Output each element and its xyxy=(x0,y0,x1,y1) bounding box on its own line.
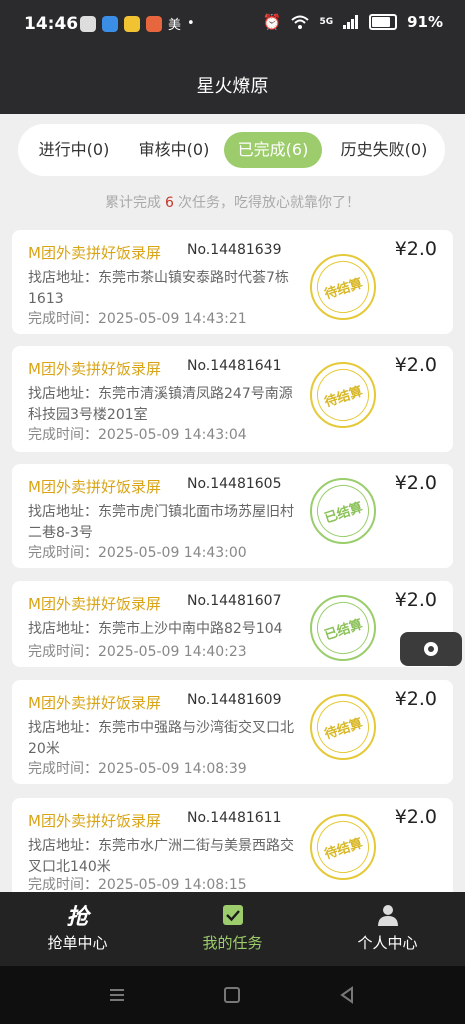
more-dot-icon: • xyxy=(187,16,195,31)
status-time: 14:46 xyxy=(24,14,79,34)
tab-reviewing[interactable]: 审核中(0) xyxy=(128,132,220,168)
bottom-nav: 抢 抢单中心 我的任务 个人中心 xyxy=(0,892,465,966)
completed-count: 6 xyxy=(165,195,174,211)
pending-stamp: 待结算 xyxy=(310,694,376,760)
pending-stamp: 待结算 xyxy=(310,254,376,320)
order-price: ¥2.0 xyxy=(394,238,437,260)
order-number: No.14481609 xyxy=(187,692,282,708)
record-icon xyxy=(424,642,438,656)
app-label: 美 xyxy=(168,18,182,33)
order-address: 找店地址：东莞市茶山镇安泰路时代荟7栋1613 xyxy=(28,270,289,307)
app-notification-icon xyxy=(146,15,162,32)
order-address: 找店地址：东莞市清溪镇清凤路247号南源科技园3号楼201室 xyxy=(28,386,293,423)
status-bar: 14:46 美 • ⏰ 5G 91% xyxy=(0,0,465,52)
status-tabs: 进行中(0) 审核中(0) 已完成(6) 历史失败(0) xyxy=(18,124,445,176)
order-name: M团外卖拼好饭录屏 xyxy=(28,812,161,830)
header-bar: 星火燎原 xyxy=(0,52,465,114)
pending-stamp: 待结算 xyxy=(310,362,376,428)
signal-icon xyxy=(343,15,359,29)
order-address: 找店地址：东莞市中强路与沙湾街交叉口北20米 xyxy=(28,720,294,757)
order-price: ¥2.0 xyxy=(394,688,437,710)
order-number: No.14481641 xyxy=(187,358,282,374)
order-card[interactable]: M团外卖拼好饭录屏 No.14481605 ¥2.0 找店地址：东莞市虎门镇北面… xyxy=(12,464,453,568)
notification-icons: 美 • xyxy=(80,14,195,33)
grab-icon: 抢 xyxy=(66,905,89,930)
order-address: 找店地址：东莞市虎门镇北面市场苏屋旧村二巷8-3号 xyxy=(28,504,294,541)
order-complete-time: 完成时间：2025-05-09 14:08:15 xyxy=(28,877,247,893)
pending-stamp: 待结算 xyxy=(310,814,376,880)
home-icon[interactable] xyxy=(221,984,243,1006)
battery-icon xyxy=(369,14,398,30)
nav-label: 抢单中心 xyxy=(47,934,108,952)
person-icon xyxy=(310,900,465,930)
tab-completed[interactable]: 已完成(6) xyxy=(224,132,322,168)
wechat-icon xyxy=(80,15,96,32)
floating-record-button[interactable] xyxy=(400,632,462,666)
tab-history-failed[interactable]: 历史失败(0) xyxy=(330,132,438,168)
order-card[interactable]: M团外卖拼好饭录屏 No.14481641 ¥2.0 找店地址：东莞市清溪镇清凤… xyxy=(12,346,453,452)
order-card[interactable]: M团外卖拼好饭录屏 No.14481607 ¥2.0 找店地址：东莞市上沙中南中… xyxy=(12,581,453,667)
status-right: ⏰ 5G 91% xyxy=(263,13,443,31)
network-type: 5G xyxy=(319,17,334,27)
back-icon[interactable] xyxy=(336,984,358,1006)
nav-my-tasks[interactable]: 我的任务 xyxy=(155,900,310,953)
order-number: No.14481611 xyxy=(187,810,282,826)
check-icon xyxy=(155,900,310,930)
order-complete-time: 完成时间：2025-05-09 14:43:21 xyxy=(28,311,247,327)
tab-in-progress[interactable]: 进行中(0) xyxy=(28,132,120,168)
nav-label: 我的任务 xyxy=(202,934,263,952)
order-price: ¥2.0 xyxy=(394,806,437,828)
nav-profile[interactable]: 个人中心 xyxy=(310,900,465,953)
settled-stamp: 已结算 xyxy=(310,478,376,544)
wifi-icon xyxy=(291,15,310,29)
nav-label: 个人中心 xyxy=(357,934,418,952)
order-name: M团外卖拼好饭录屏 xyxy=(28,595,161,613)
order-complete-time: 完成时间：2025-05-09 14:43:00 xyxy=(28,545,247,561)
battery-level: 91% xyxy=(407,13,443,31)
order-number: No.14481639 xyxy=(187,242,282,258)
page-title: 星火燎原 xyxy=(196,76,269,97)
settled-stamp: 已结算 xyxy=(310,595,376,661)
order-card[interactable]: M团外卖拼好饭录屏 No.14481609 ¥2.0 找店地址：东莞市中强路与沙… xyxy=(12,680,453,784)
order-name: M团外卖拼好饭录屏 xyxy=(28,360,161,378)
order-card[interactable]: M团外卖拼好饭录屏 No.14481611 ¥2.0 找店地址：东莞市水广洲二街… xyxy=(12,798,453,893)
nav-grab-center[interactable]: 抢 抢单中心 xyxy=(0,900,155,953)
order-name: M团外卖拼好饭录屏 xyxy=(28,478,161,496)
alarm-icon: ⏰ xyxy=(262,13,282,31)
order-address: 找店地址：东莞市水广洲二街与美景西路交叉口北140米 xyxy=(28,838,294,875)
order-price: ¥2.0 xyxy=(394,589,437,611)
app-notification-icon xyxy=(102,15,118,32)
order-complete-time: 完成时间：2025-05-09 14:43:04 xyxy=(28,427,247,443)
order-complete-time: 完成时间：2025-05-09 14:40:23 xyxy=(28,644,247,660)
app-notification-icon xyxy=(124,15,140,32)
order-number: No.14481607 xyxy=(187,593,282,609)
order-name: M团外卖拼好饭录屏 xyxy=(28,694,161,712)
order-price: ¥2.0 xyxy=(394,472,437,494)
system-nav-bar xyxy=(0,966,465,1024)
order-address: 找店地址：东莞市上沙中南中路82号104 xyxy=(28,621,283,637)
order-complete-time: 完成时间：2025-05-09 14:08:39 xyxy=(28,761,247,777)
completion-summary: 累计完成 6 次任务，吃得放心就靠你了！ xyxy=(105,195,360,211)
order-name: M团外卖拼好饭录屏 xyxy=(28,244,161,262)
order-card[interactable]: M团外卖拼好饭录屏 No.14481639 ¥2.0 找店地址：东莞市茶山镇安泰… xyxy=(12,230,453,334)
order-price: ¥2.0 xyxy=(394,354,437,376)
order-number: No.14481605 xyxy=(187,476,282,492)
menu-icon[interactable] xyxy=(106,984,128,1006)
